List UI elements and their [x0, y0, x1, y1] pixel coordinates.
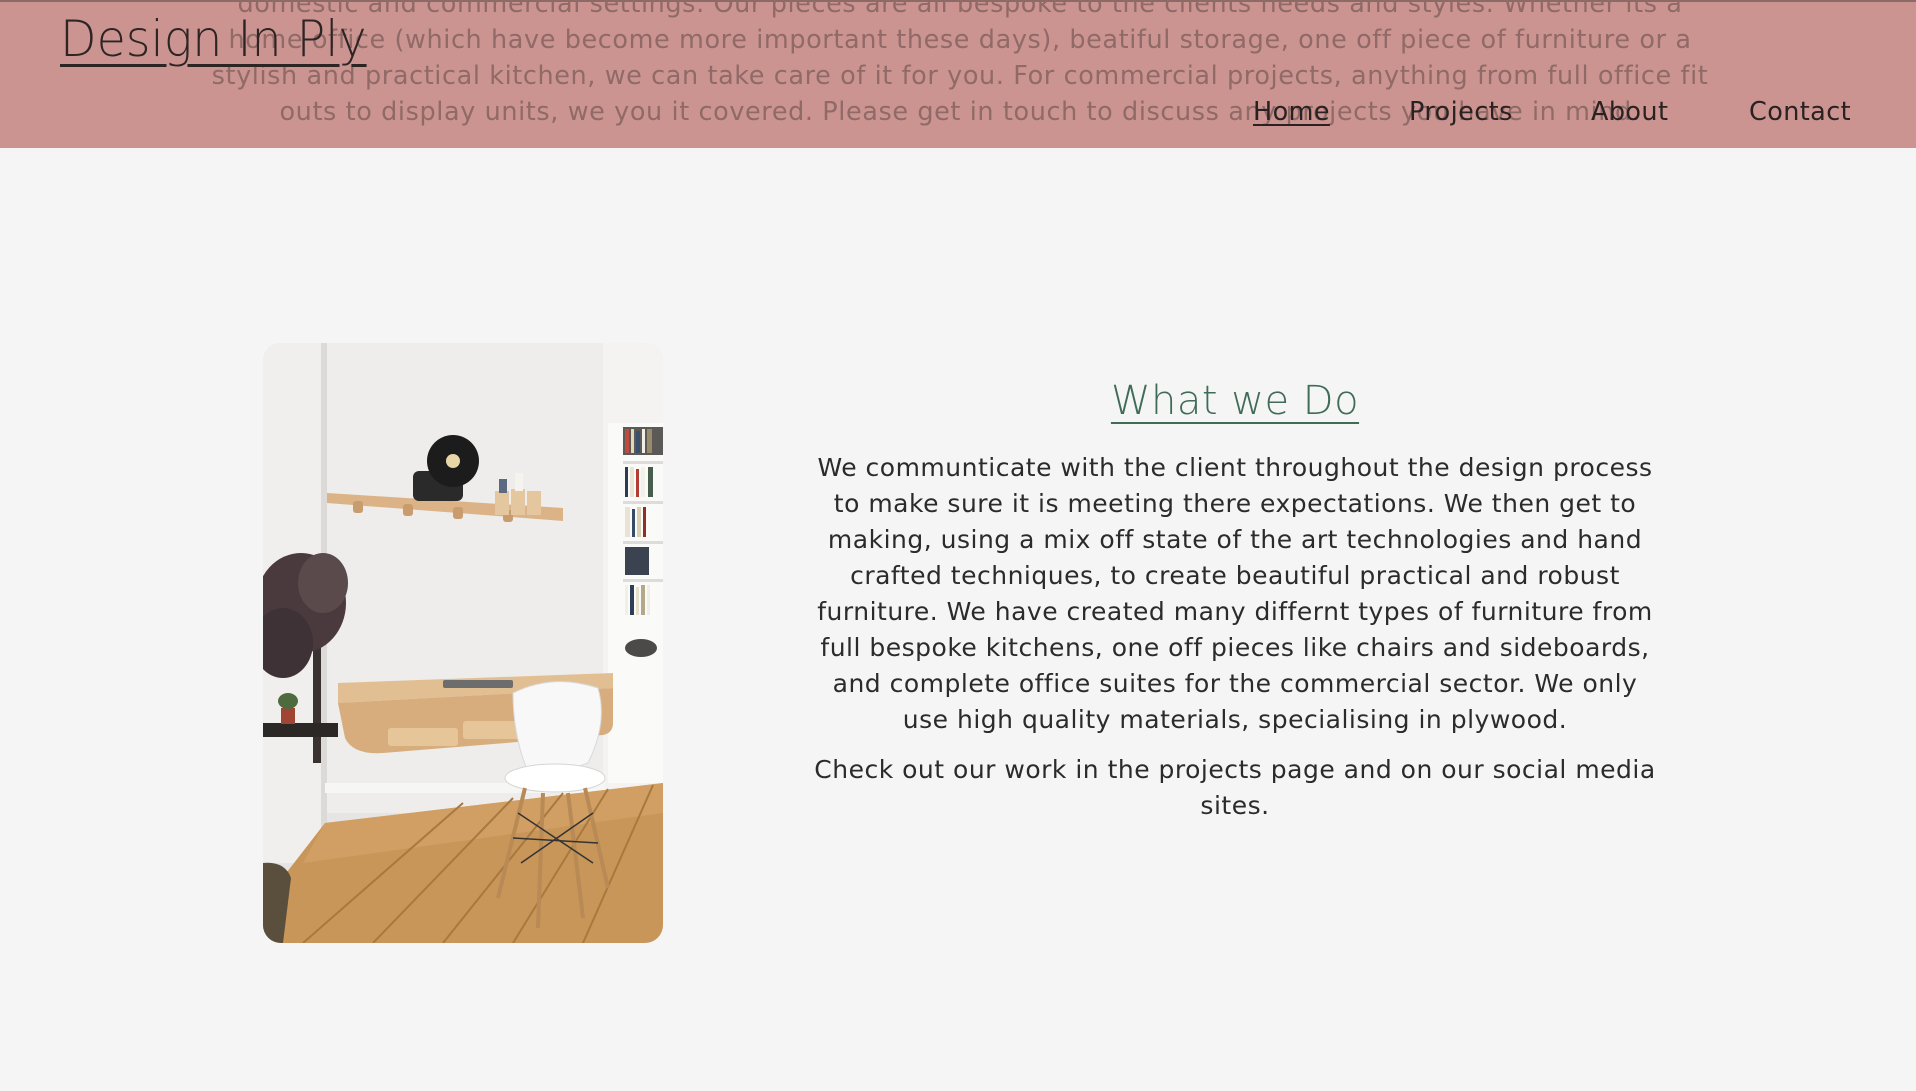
section-paragraph-1: We communticate with the client througho… — [817, 453, 1653, 734]
section-title: What we Do — [1110, 378, 1360, 424]
site-logo[interactable]: Design In Ply — [60, 10, 367, 68]
nav-projects-link[interactable]: Projects — [1409, 97, 1513, 127]
desk-photo-illustration — [263, 343, 663, 943]
site-header: domestic and commercial settings. Our pi… — [0, 0, 1916, 148]
nav-home-link[interactable]: Home — [1253, 97, 1330, 127]
main-nav: Home Projects About Contact — [0, 97, 1916, 133]
section-paragraph-2: Check out our work in the projects page … — [814, 755, 1656, 820]
nav-contact-link[interactable]: Contact — [1749, 97, 1851, 127]
page: domestic and commercial settings. Our pi… — [0, 0, 1916, 1091]
nav-about-link[interactable]: About — [1591, 97, 1668, 127]
desk-photo — [263, 343, 663, 943]
what-we-do-section: What we Do We communticate with the clie… — [810, 378, 1660, 838]
